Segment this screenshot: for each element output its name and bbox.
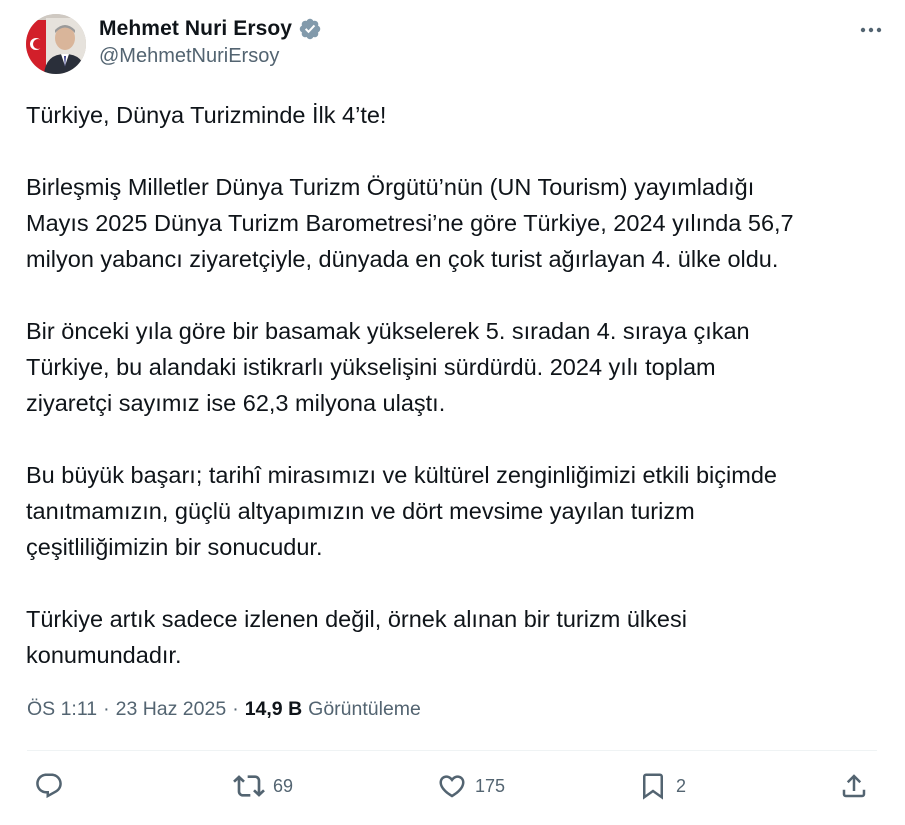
meta-separator: · (232, 698, 239, 720)
meta-separator: · (103, 698, 110, 720)
tweet-meta: ÖS 1:11 · 23 Haz 2025 · 14,9 B Görüntüle… (27, 698, 421, 721)
bookmark-icon (643, 773, 663, 800)
tweet-line: Türkiye artık sadece izlenen değil, örne… (26, 606, 687, 632)
bookmark-count: 2 (676, 775, 687, 796)
like-count: 175 (475, 775, 506, 796)
retweet-button[interactable]: 69 (233, 764, 293, 808)
tweet-line: tanıtmamızın, güçlü altyapımızın ve dört… (26, 498, 695, 524)
tweet-header: Mehmet Nuri Ersoy @MehmetNuriErsoy (26, 14, 886, 76)
tweet: Mehmet Nuri Ersoy @MehmetNuriErsoy Türki… (0, 0, 905, 825)
action-bar: 69 175 2 (0, 764, 905, 808)
like-button[interactable]: 175 (437, 764, 505, 808)
retweet-icon (233, 775, 265, 797)
views-label: Görüntüleme (308, 698, 421, 720)
tweet-line: Bu büyük başarı; tarihî mirasımızı ve kü… (26, 462, 777, 488)
more-icon[interactable] (856, 18, 886, 42)
reply-button[interactable] (34, 764, 72, 808)
views-count[interactable]: 14,9 B (245, 698, 302, 721)
tweet-line: Bir önceki yıla göre bir basamak yüksele… (26, 318, 750, 344)
name-row: Mehmet Nuri Ersoy (99, 16, 322, 42)
reply-icon (36, 773, 62, 799)
avatar[interactable] (26, 14, 86, 74)
avatar-image (26, 14, 86, 74)
author-handle[interactable]: @MehmetNuriErsoy (99, 45, 322, 68)
tweet-line: konumundadır. (26, 642, 182, 668)
retweet-count: 69 (273, 775, 294, 796)
tweet-line: ziyaretçi sayımız ise 62,3 milyona ulaşt… (26, 390, 446, 416)
tweet-line: Mayıs 2025 Dünya Turizm Barometresi’ne g… (26, 210, 794, 236)
tweet-line: milyon yabancı ziyaretçiyle, dünyada en … (26, 246, 779, 272)
share-button[interactable] (839, 764, 869, 808)
author-display-name[interactable]: Mehmet Nuri Ersoy (99, 17, 292, 41)
like-icon (439, 775, 465, 798)
author-block: Mehmet Nuri Ersoy @MehmetNuriErsoy (99, 16, 322, 68)
divider (27, 750, 877, 751)
tweet-time[interactable]: ÖS 1:11 (27, 698, 97, 721)
tweet-line: Türkiye, bu alandaki istikrarlı yükseliş… (26, 354, 716, 380)
tweet-date[interactable]: 23 Haz 2025 (116, 698, 227, 721)
tweet-line: Türkiye, Dünya Turizminde İlk 4’te! (26, 102, 387, 128)
bookmark-button[interactable]: 2 (638, 764, 686, 808)
tweet-line: Birleşmiş Milletler Dünya Turizm Örgütü’… (26, 174, 755, 200)
share-icon (842, 774, 866, 798)
tweet-line: çeşitliliğimizin bir sonucudur. (26, 534, 323, 560)
tweet-text: Türkiye, Dünya Turizminde İlk 4’te! Birl… (26, 97, 876, 673)
verified-badge-icon[interactable] (298, 17, 322, 41)
